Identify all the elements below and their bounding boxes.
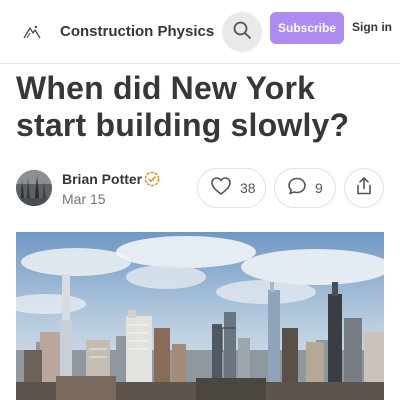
subscribe-button[interactable]: Subscribe xyxy=(270,12,344,44)
hero-image xyxy=(16,232,384,400)
share-button[interactable] xyxy=(344,168,384,208)
comment-button[interactable]: 9 xyxy=(274,168,336,208)
post-title: When did New York start building slowly? xyxy=(16,70,350,143)
construction-physics-logo-icon[interactable] xyxy=(22,22,42,42)
author-avatar[interactable] xyxy=(16,170,52,206)
post-date: Mar 15 xyxy=(62,191,106,207)
author-name[interactable]: Brian Potter xyxy=(62,171,142,187)
comment-bubble-icon xyxy=(287,176,307,201)
heart-icon xyxy=(210,176,232,201)
search-button[interactable] xyxy=(222,12,262,52)
search-icon xyxy=(232,20,252,45)
like-button[interactable]: 38 xyxy=(197,168,266,208)
sign-in-link[interactable]: Sign in xyxy=(352,20,392,34)
publication-name[interactable]: Construction Physics xyxy=(60,23,214,40)
comment-count: 9 xyxy=(315,180,323,196)
like-count: 38 xyxy=(240,180,256,196)
share-icon xyxy=(354,176,374,201)
verified-check-icon xyxy=(144,171,160,187)
top-bar: Construction Physics Subscribe Sign in xyxy=(0,0,400,64)
